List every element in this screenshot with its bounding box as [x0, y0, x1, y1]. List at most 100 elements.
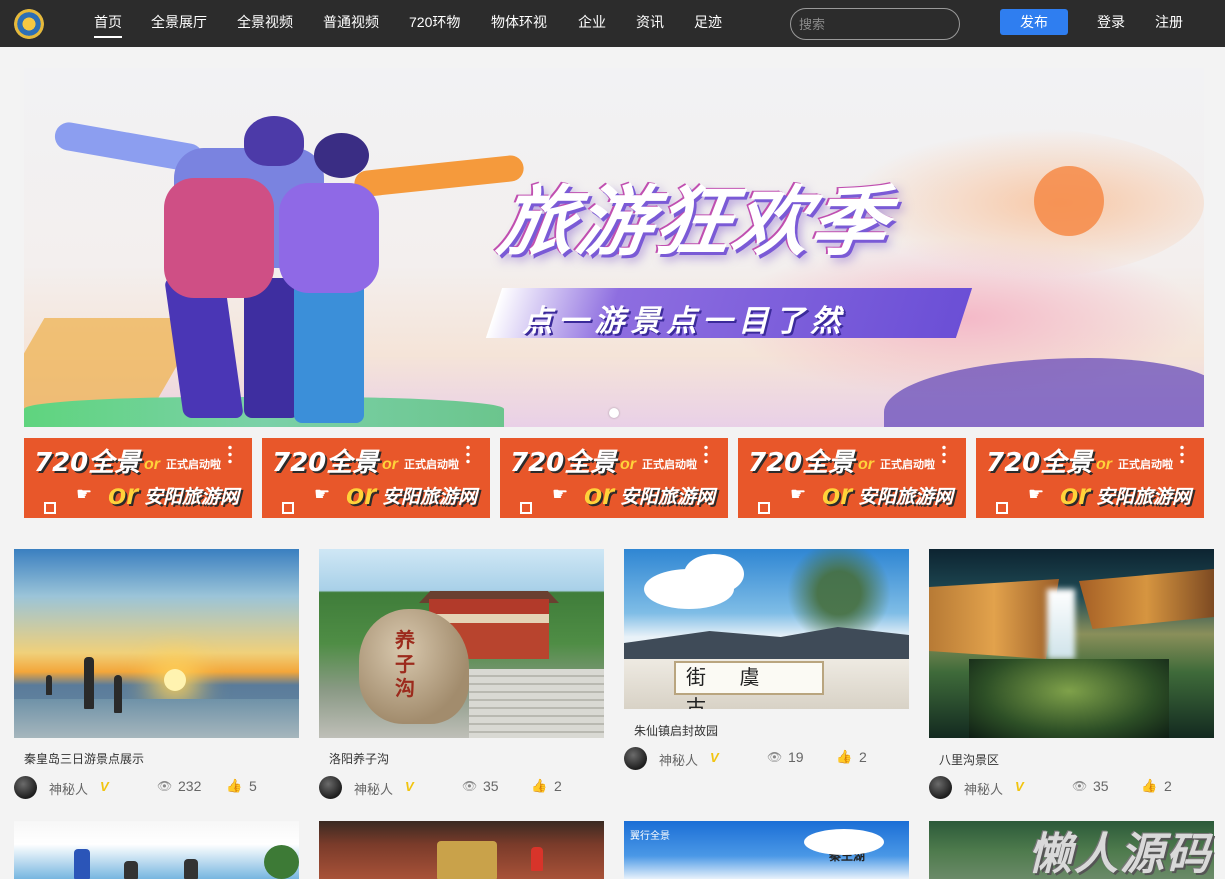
dots-icon	[942, 444, 946, 464]
hero-banner[interactable]: 旅游狂欢季 点一游景点一目了然	[24, 68, 1204, 427]
cube-icon	[996, 502, 1008, 514]
publish-button[interactable]: 发布	[1000, 9, 1068, 35]
traveler-illustration	[244, 116, 304, 166]
person-silhouette	[74, 849, 90, 879]
carousel-dot[interactable]	[609, 408, 619, 418]
site-logo[interactable]	[14, 9, 44, 39]
nav-home[interactable]: 首页	[94, 0, 122, 47]
backpack-illustration	[164, 178, 274, 298]
street-plaque: 街 虞 古	[674, 661, 824, 709]
dots-icon	[1180, 444, 1184, 464]
ad-banner[interactable]: 720全景 or 正式启动啦 ☛ or 安阳旅游网	[262, 438, 490, 518]
author-name[interactable]: 神秘人	[49, 779, 88, 798]
nav-720-object[interactable]: 720环物	[409, 0, 460, 47]
beach-shape	[14, 699, 299, 738]
avatar[interactable]	[319, 776, 342, 799]
sun-shape	[164, 669, 186, 691]
ad-banner[interactable]: 720全景 or 正式启动啦 ☛ or 安阳旅游网	[24, 438, 252, 518]
login-link[interactable]: 登录	[1097, 0, 1125, 47]
ad-site-name: 安阳旅游网	[1096, 487, 1192, 508]
card-thumbnail[interactable]: 养子沟	[319, 549, 604, 738]
nav-footprint[interactable]: 足迹	[694, 0, 722, 47]
content-card[interactable]: 八里沟景区 神秘人 V 👁 35 👍 2	[929, 549, 1214, 799]
traveler-illustration	[294, 273, 364, 423]
card-thumbnail[interactable]: 街 虞 古	[624, 549, 909, 709]
content-card[interactable]: 养子沟 洛阳养子沟 神秘人 V 👁 35 👍 2	[319, 549, 604, 799]
card-title[interactable]: 朱仙镇启封故园	[634, 722, 718, 739]
backpack-illustration	[279, 183, 379, 293]
ad-title: 720全景	[748, 448, 855, 478]
card-thumbnail[interactable]	[14, 549, 299, 738]
cube-icon	[44, 502, 56, 514]
verified-badge-icon: V	[100, 779, 109, 794]
avatar[interactable]	[624, 747, 647, 770]
ad-title: 720全景	[510, 448, 617, 478]
ad-or: or	[382, 456, 398, 473]
cube-icon	[758, 502, 770, 514]
person-silhouette	[124, 861, 138, 879]
cube-icon	[520, 502, 532, 514]
cliff-shape	[929, 579, 1059, 659]
thumbs-up-icon[interactable]: 👍	[226, 778, 242, 794]
ad-or-large: or	[108, 478, 138, 511]
card-thumbnail[interactable]: 翼行全景 秦王湖	[624, 821, 909, 879]
content-card[interactable]: 街 虞 古 朱仙镇启封故园 神秘人 V 👁 19 👍 2	[624, 549, 909, 771]
banner-sun	[1034, 166, 1104, 236]
ad-or-large: or	[822, 478, 852, 511]
tree-shape	[264, 845, 299, 879]
nav-news[interactable]: 资讯	[636, 0, 664, 47]
person-silhouette	[184, 859, 198, 879]
traveler-illustration	[244, 278, 299, 418]
thumbs-up-icon[interactable]: 👍	[531, 778, 547, 794]
card-thumbnail[interactable]	[14, 821, 299, 879]
view-count: 19	[788, 749, 804, 765]
card-thumbnail[interactable]	[929, 549, 1214, 738]
card-title[interactable]: 八里沟景区	[939, 751, 999, 768]
thumbs-up-icon[interactable]: 👍	[1141, 778, 1157, 794]
author-name[interactable]: 神秘人	[354, 779, 393, 798]
banner-subtitle: 点一游景点一目了然	[522, 305, 847, 338]
register-link[interactable]: 注册	[1155, 0, 1183, 47]
like-count: 2	[859, 749, 867, 765]
like-count: 2	[554, 778, 562, 794]
ad-banner[interactable]: 720全景 or 正式启动啦 ☛ or 安阳旅游网	[976, 438, 1204, 518]
ad-banner[interactable]: 720全景 or 正式启动啦 ☛ or 安阳旅游网	[500, 438, 728, 518]
view-count: 35	[483, 778, 499, 794]
verified-badge-icon: V	[1015, 779, 1024, 794]
card-title[interactable]: 秦皇岛三日游景点展示	[24, 750, 144, 767]
content-card[interactable]: 秦皇岛三日游景点展示 神秘人 V 👁 232 👍 5	[14, 549, 299, 799]
author-name[interactable]: 神秘人	[964, 779, 1003, 798]
banner-title: 旅游狂欢季	[492, 177, 896, 266]
cloud-shape	[804, 829, 884, 855]
verified-badge-icon: V	[405, 779, 414, 794]
dots-icon	[466, 444, 470, 464]
ad-banner[interactable]: 720全景 or 正式启动啦 ☛ or 安阳旅游网	[738, 438, 966, 518]
nav-panorama-hall[interactable]: 全景展厅	[151, 0, 207, 47]
traveler-illustration	[353, 154, 525, 198]
ad-title: 720全景	[34, 448, 141, 478]
card-title[interactable]: 洛阳养子沟	[329, 750, 389, 767]
nav-enterprise[interactable]: 企业	[578, 0, 606, 47]
pointing-hand-icon: ☛	[552, 484, 569, 504]
ad-or: or	[1096, 456, 1112, 473]
ad-title: 720全景	[272, 448, 379, 478]
valley-shape	[969, 659, 1169, 738]
pointing-hand-icon: ☛	[1028, 484, 1045, 504]
ad-or-large: or	[584, 478, 614, 511]
nav-object-view[interactable]: 物体环视	[491, 0, 547, 47]
waterfall-shape	[1047, 589, 1075, 659]
avatar[interactable]	[14, 776, 37, 799]
author-name[interactable]: 神秘人	[659, 750, 698, 769]
like-count: 2	[1164, 778, 1172, 794]
ad-tagline: 正式启动啦	[1118, 459, 1173, 471]
pointing-hand-icon: ☛	[790, 484, 807, 504]
ad-tagline: 正式启动啦	[642, 459, 697, 471]
ad-or: or	[144, 456, 160, 473]
nav-normal-video[interactable]: 普通视频	[323, 0, 379, 47]
pointing-hand-icon: ☛	[314, 484, 331, 504]
search-input[interactable]	[790, 8, 960, 40]
thumbs-up-icon[interactable]: 👍	[836, 749, 852, 765]
card-thumbnail[interactable]	[319, 821, 604, 879]
nav-panorama-video[interactable]: 全景视频	[237, 0, 293, 47]
avatar[interactable]	[929, 776, 952, 799]
